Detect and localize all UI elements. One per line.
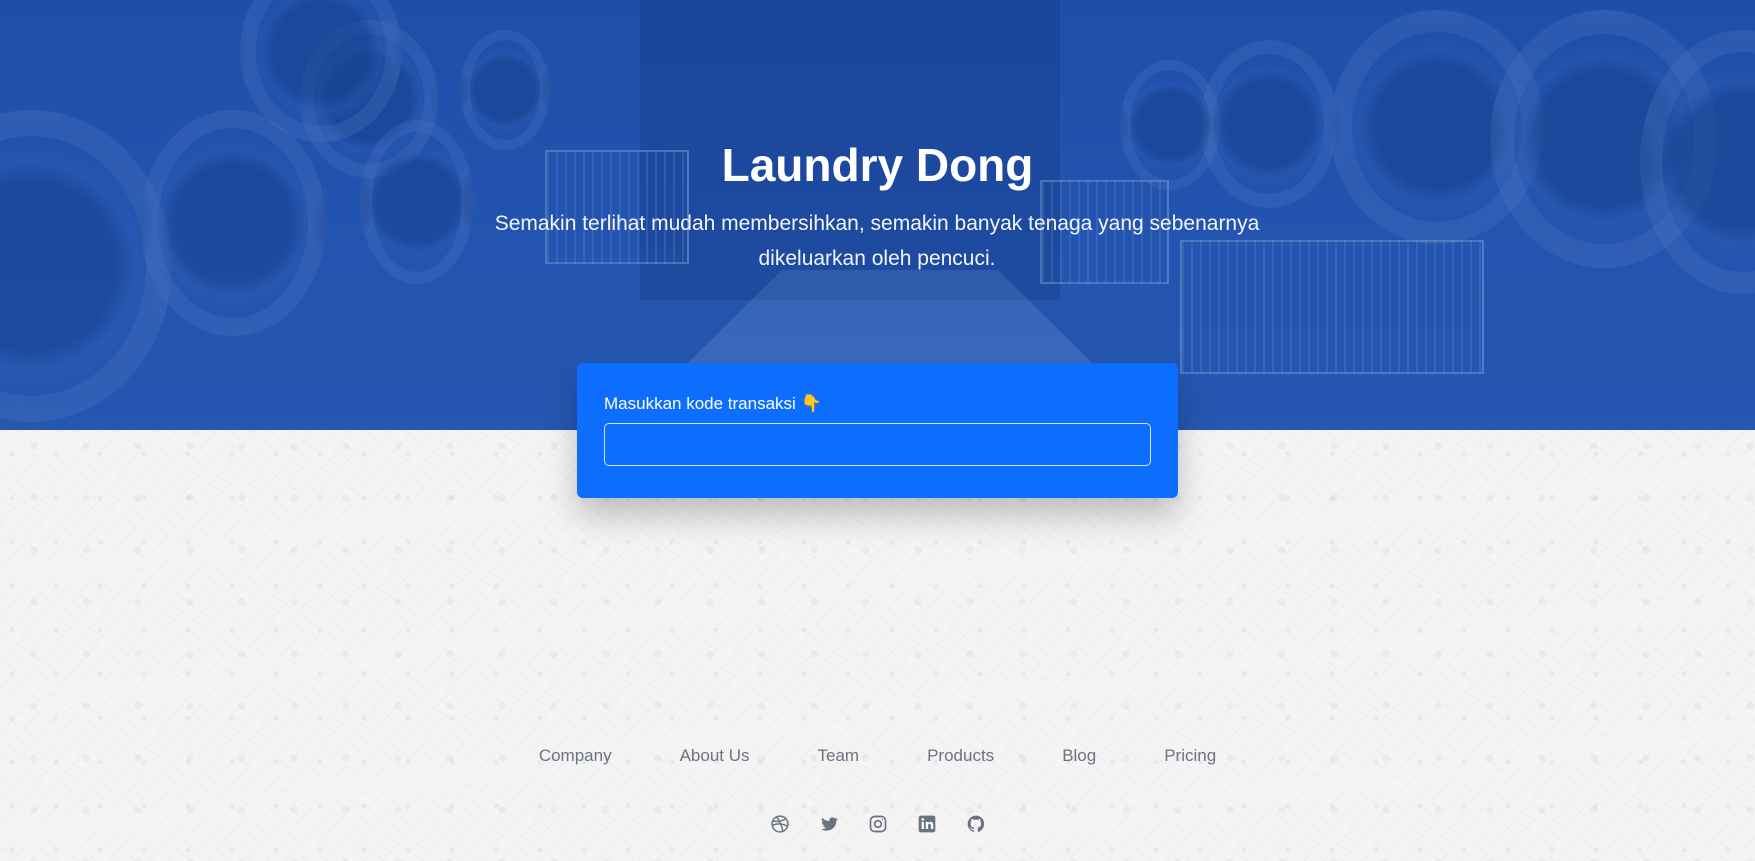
linkedin-icon[interactable] [915, 812, 939, 836]
transaction-code-card: Masukkan kode transaksi 👇 [577, 363, 1178, 498]
transaction-code-input[interactable] [604, 423, 1151, 466]
page-title: Laundry Dong [721, 139, 1034, 191]
github-icon[interactable] [964, 812, 988, 836]
hero-subtitle: Semakin terlihat mudah membersihkan, sem… [494, 212, 1260, 270]
footer-link-products[interactable]: Products [893, 744, 1028, 768]
transaction-code-label: Masukkan kode transaksi 👇 [604, 394, 822, 413]
instagram-icon[interactable] [866, 812, 890, 836]
dribbble-icon[interactable] [768, 812, 792, 836]
footer-link-about-us[interactable]: About Us [646, 744, 784, 768]
footer-link-pricing[interactable]: Pricing [1130, 744, 1250, 768]
social-links [0, 812, 1755, 836]
footer-nav: Company About Us Team Products Blog Pric… [0, 744, 1755, 768]
footer-link-company[interactable]: Company [505, 744, 646, 768]
twitter-icon[interactable] [817, 812, 841, 836]
footer-link-blog[interactable]: Blog [1028, 744, 1130, 768]
footer-link-team[interactable]: Team [784, 744, 894, 768]
